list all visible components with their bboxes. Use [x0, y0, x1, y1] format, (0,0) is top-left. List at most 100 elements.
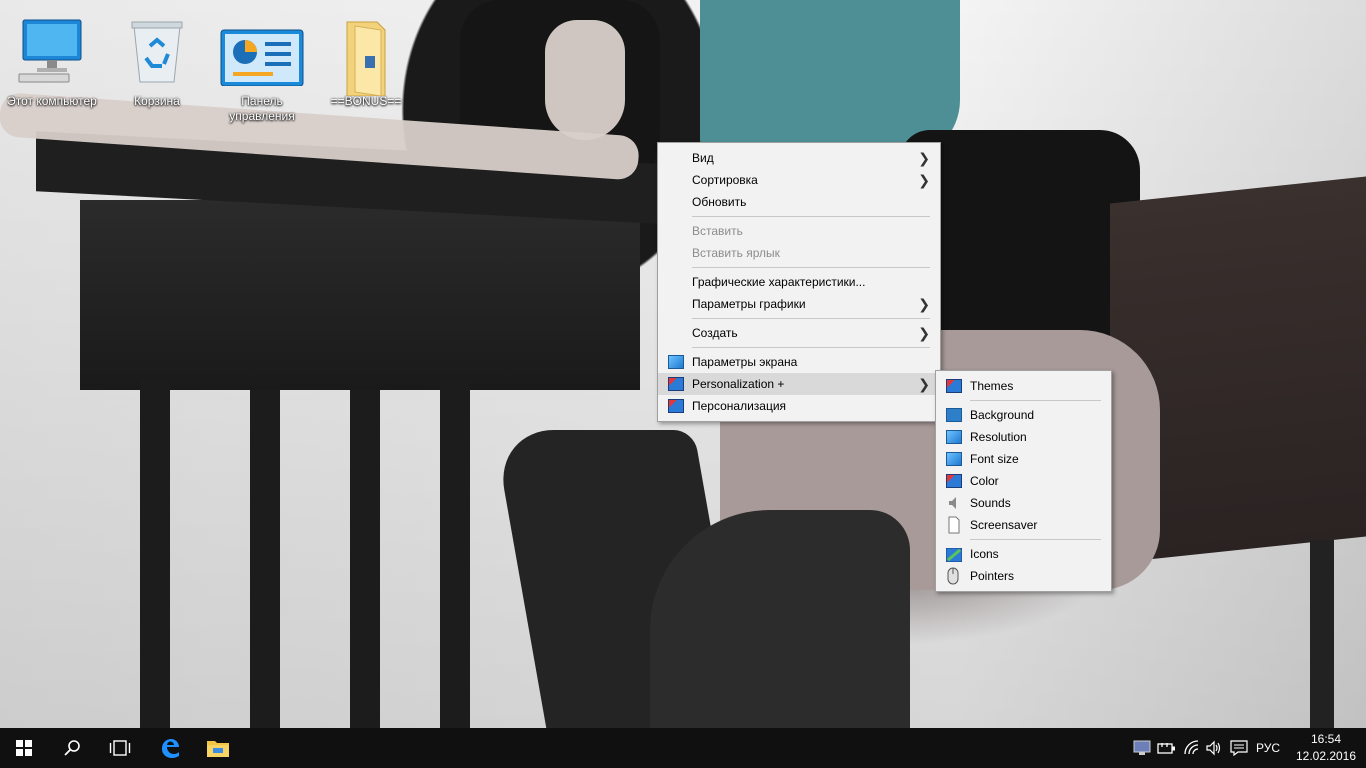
menu-separator	[692, 318, 930, 319]
chevron-right-icon: ❯	[918, 172, 930, 188]
menu-item-label: Font size	[970, 452, 1019, 466]
personalization-submenu: Themes Background Resolution Font size C…	[935, 370, 1112, 592]
menu-item-label: Screensaver	[970, 518, 1038, 532]
task-view-icon	[109, 740, 131, 756]
wallpaper-desk-leg	[440, 380, 470, 728]
menu-item-label: Resolution	[970, 430, 1027, 444]
file-explorer-button[interactable]	[194, 728, 242, 768]
battery-plug-icon	[1157, 743, 1175, 754]
tray-volume[interactable]	[1202, 728, 1226, 768]
icons-icon	[945, 547, 963, 563]
desktop-icon-control-panel[interactable]: Панель управления	[216, 6, 308, 124]
document-icon	[946, 516, 962, 534]
menu-separator	[692, 216, 930, 217]
menu-item-label: Themes	[970, 379, 1014, 393]
tray-intel-graphics[interactable]	[1128, 728, 1156, 768]
menu-item-refresh[interactable]: Обновить	[658, 191, 940, 213]
search-icon	[64, 740, 80, 756]
desktop-icon-bonus-folder[interactable]: ==BONUS==	[320, 6, 412, 109]
tray-action-center[interactable]	[1226, 728, 1252, 768]
tray-network[interactable]	[1180, 728, 1204, 768]
notifications-icon	[1230, 740, 1248, 756]
display-tray-icon	[1133, 740, 1151, 755]
menu-item-create[interactable]: Создать ❯	[658, 322, 940, 344]
chevron-right-icon: ❯	[918, 296, 930, 312]
menu-separator	[692, 267, 930, 268]
display-icon	[668, 355, 684, 369]
submenu-item-themes[interactable]: Themes	[936, 375, 1111, 397]
wallpaper-face	[545, 20, 625, 140]
wallpaper-desk-body	[80, 200, 640, 390]
start-button[interactable]	[0, 728, 48, 768]
personalization-icon	[668, 377, 684, 391]
tray-power[interactable]	[1154, 728, 1180, 768]
menu-item-label: Background	[970, 408, 1035, 422]
menu-item-label: Вставить ярлык	[692, 246, 780, 260]
folder-icon	[207, 741, 229, 757]
submenu-item-sounds[interactable]: Sounds	[936, 492, 1111, 514]
submenu-item-pointers[interactable]: Pointers	[936, 565, 1111, 587]
folder-icon	[331, 16, 401, 97]
menu-item-personalization-plus[interactable]: Personalization + ❯	[658, 373, 940, 395]
personalization-icon	[668, 399, 684, 413]
search-button[interactable]	[48, 728, 96, 768]
submenu-item-screensaver[interactable]: Screensaver	[936, 514, 1111, 536]
submenu-item-color[interactable]: Color	[936, 470, 1111, 492]
taskbar: РУС 16:54 12.02.2016	[0, 728, 1366, 768]
menu-item-label: Сортировка	[692, 173, 758, 187]
wallpaper-leg	[650, 510, 910, 728]
menu-item-sort[interactable]: Сортировка ❯	[658, 169, 940, 191]
menu-item-label: Создать	[692, 326, 738, 340]
menu-item-graphics-properties[interactable]: Графические характеристики...	[658, 271, 940, 293]
color-icon	[946, 474, 962, 488]
desktop-icon-recycle-bin[interactable]: Корзина	[111, 6, 203, 109]
clock-date[interactable]: 12.02.2016	[1290, 749, 1362, 763]
background-icon	[946, 408, 962, 422]
resolution-icon	[946, 430, 962, 444]
menu-item-graphics-options[interactable]: Параметры графики ❯	[658, 293, 940, 315]
submenu-item-background[interactable]: Background	[936, 404, 1111, 426]
submenu-item-resolution[interactable]: Resolution	[936, 426, 1111, 448]
edge-browser-icon	[162, 739, 179, 758]
menu-item-label: Sounds	[970, 496, 1011, 510]
desktop-icon-label: Корзина	[134, 94, 180, 108]
menu-item-personalization[interactable]: Персонализация	[658, 395, 940, 417]
wallpaper-chair-leg	[1310, 540, 1334, 728]
menu-item-paste-shortcut: Вставить ярлык	[658, 242, 940, 264]
chevron-right-icon: ❯	[918, 376, 930, 392]
submenu-item-icons[interactable]: Icons	[936, 543, 1111, 565]
font-size-icon	[946, 452, 962, 466]
submenu-item-font-size[interactable]: Font size	[936, 448, 1111, 470]
menu-item-label: Color	[970, 474, 999, 488]
menu-item-label: Personalization +	[692, 377, 785, 391]
desktop-icon-label: ==BONUS==	[330, 94, 402, 108]
desktop-icon-this-pc[interactable]: Этот компьютер	[6, 6, 98, 109]
menu-item-label: Персонализация	[692, 399, 787, 413]
chevron-right-icon: ❯	[918, 150, 930, 166]
menu-item-label: Вставить	[692, 224, 743, 238]
windows-logo-icon	[16, 740, 32, 756]
menu-item-view[interactable]: Вид ❯	[658, 147, 940, 169]
input-language-indicator[interactable]: РУС	[1256, 741, 1280, 755]
wallpaper-desk-leg	[140, 380, 170, 728]
edge-button[interactable]	[146, 728, 194, 768]
menu-item-label: Параметры экрана	[692, 355, 798, 369]
menu-separator	[970, 400, 1101, 401]
wallpaper-desk-leg	[250, 390, 280, 728]
wallpaper-desk-leg	[350, 390, 380, 728]
menu-item-label: Icons	[970, 547, 999, 561]
menu-item-display-settings[interactable]: Параметры экрана	[658, 351, 940, 373]
themes-icon	[946, 379, 962, 393]
desktop-icon-label: Этот компьютер	[7, 94, 97, 108]
control-panel-icon	[220, 16, 304, 87]
wifi-icon	[1184, 740, 1199, 755]
menu-item-label: Графические характеристики...	[692, 275, 866, 289]
menu-separator	[692, 347, 930, 348]
task-view-button[interactable]	[96, 728, 144, 768]
desktop-icon-label: Панель управления	[229, 94, 295, 123]
menu-item-label: Параметры графики	[692, 297, 806, 311]
chevron-right-icon: ❯	[918, 325, 930, 341]
clock-time[interactable]: 16:54	[1296, 732, 1356, 746]
recycle-bin-icon	[122, 16, 192, 86]
desktop-context-menu: Вид ❯ Сортировка ❯ Обновить Вставить Вст…	[657, 142, 941, 422]
